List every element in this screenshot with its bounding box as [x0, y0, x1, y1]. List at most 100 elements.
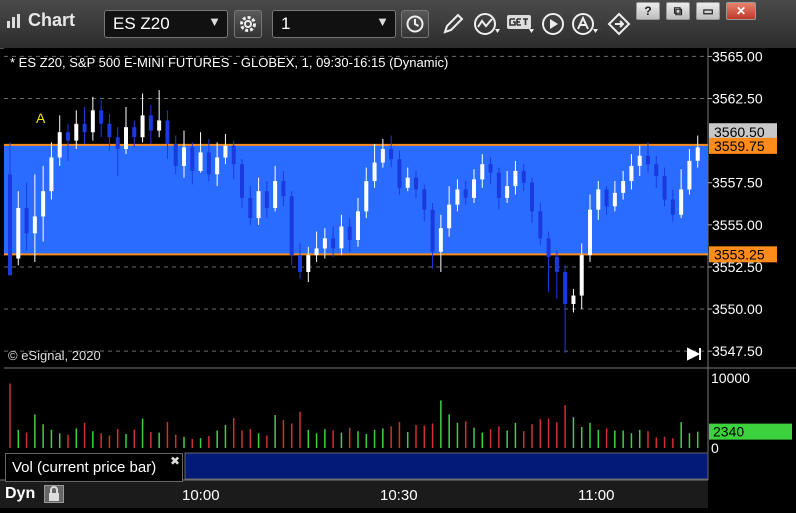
candle-body: [588, 209, 592, 256]
chevron-down-icon[interactable]: ▼: [376, 14, 389, 29]
candle-body: [74, 123, 79, 141]
studies-button[interactable]: [472, 10, 502, 38]
price-tick-label: 3565.00: [712, 48, 763, 64]
copyright: © eSignal, 2020: [8, 348, 101, 363]
candle-body: [248, 197, 253, 219]
price-tick-label: 3547.50: [712, 343, 763, 359]
candle-body: [364, 181, 369, 212]
candle-body: [281, 181, 286, 197]
candle-body: [66, 132, 70, 141]
settings-button[interactable]: [234, 10, 262, 38]
close-button[interactable]: ✕: [726, 2, 756, 20]
candle-body: [554, 256, 559, 272]
volume-scale-bottom: 0: [711, 440, 719, 456]
dynamic-mode-label[interactable]: Dyn: [5, 485, 35, 503]
close-icon[interactable]: ✖: [170, 454, 180, 468]
candle-body: [430, 209, 435, 252]
candle-body: [356, 211, 360, 240]
candle-body: [157, 120, 162, 131]
candle-body: [579, 255, 584, 296]
candle-body: [405, 177, 410, 188]
candle-body: [472, 179, 476, 198]
candle-body: [505, 186, 510, 198]
candle-body: [256, 191, 261, 219]
candle-body: [273, 181, 278, 208]
candle-body: [306, 255, 311, 272]
candle-body: [629, 165, 634, 182]
maximize-button[interactable]: ▭: [696, 2, 720, 20]
candle-body: [646, 155, 650, 165]
volume-study-label[interactable]: Vol (current price bar): [5, 453, 183, 482]
upper-band-text: 3559.75: [714, 138, 765, 154]
candle-body: [82, 123, 87, 133]
candle-body: [339, 226, 344, 249]
candle-body: [231, 145, 236, 165]
volume-study-text: Vol (current price bar): [12, 459, 157, 476]
candle-body: [530, 182, 534, 212]
candle-body: [223, 145, 228, 158]
candle-body: [596, 189, 601, 210]
lock-button[interactable]: [44, 485, 64, 503]
restore-button[interactable]: ⧉: [666, 2, 690, 20]
time-template-button[interactable]: [401, 10, 429, 38]
candle-body: [463, 189, 468, 198]
candle-body: [148, 115, 153, 131]
candle-body: [438, 228, 443, 252]
interval-input[interactable]: 1 ▼: [272, 10, 396, 38]
link-button[interactable]: [604, 10, 634, 38]
alert-button[interactable]: [570, 10, 600, 38]
candle-body: [182, 147, 186, 166]
candle-body: [447, 204, 452, 229]
candle-body: [604, 189, 609, 207]
candle-body: [331, 238, 336, 249]
candle-body: [695, 147, 700, 161]
candle-body: [389, 149, 394, 160]
symbol-input[interactable]: ES Z20 ▼: [104, 10, 228, 38]
price-tick-label: 3555.00: [712, 217, 763, 233]
candle-body: [422, 189, 427, 210]
time-label-1030: 10:30: [380, 487, 418, 504]
marker-label: A: [36, 110, 46, 126]
lower-band-text: 3553.25: [714, 246, 765, 262]
volume-series: [9, 383, 699, 448]
candle-body: [679, 189, 684, 215]
candle-body: [264, 191, 269, 208]
get-data-button[interactable]: [506, 10, 536, 38]
draw-tool-button[interactable]: [438, 10, 468, 38]
candle-body: [298, 255, 302, 272]
candle-body: [32, 216, 37, 234]
candle-body: [480, 164, 485, 180]
candle-body: [107, 123, 112, 138]
candle-body: [372, 162, 377, 182]
gear-icon: [240, 16, 256, 32]
candle-body: [132, 127, 137, 138]
chevron-down-icon[interactable]: ▼: [208, 14, 221, 29]
candle-body: [538, 211, 543, 239]
lock-icon: [49, 486, 59, 501]
play-button[interactable]: [538, 10, 568, 38]
help-button[interactable]: ?: [636, 2, 660, 20]
candle-body: [206, 152, 211, 175]
candle-body: [140, 115, 145, 138]
volume-badge: 2340: [709, 423, 792, 440]
diamond-arrow-icon: [607, 12, 631, 36]
candle-body: [521, 170, 526, 183]
candle-body: [198, 152, 203, 171]
candle-body: [24, 208, 29, 234]
chart-app-icon: [7, 13, 20, 28]
line-chart-icon: [474, 13, 500, 35]
candle-body: [215, 157, 220, 175]
candle-body: [670, 199, 675, 215]
candle-body: [571, 295, 576, 304]
candle-body: [347, 226, 352, 240]
chart-area[interactable]: 3565.00 3562.50 3557.50 3555.00 3552.50 3550.…: [0, 48, 796, 508]
interval-value: 1: [281, 14, 291, 33]
get-icon: [507, 15, 534, 33]
candle-body: [16, 208, 21, 259]
price-tick-label: 3562.50: [712, 91, 763, 107]
candle-body: [322, 238, 327, 249]
candle-body: [8, 174, 12, 276]
candle-body: [637, 155, 642, 166]
candle-body: [496, 172, 501, 198]
chart-canvas[interactable]: 3565.003562.503557.503555.003552.503550.…: [0, 48, 796, 508]
